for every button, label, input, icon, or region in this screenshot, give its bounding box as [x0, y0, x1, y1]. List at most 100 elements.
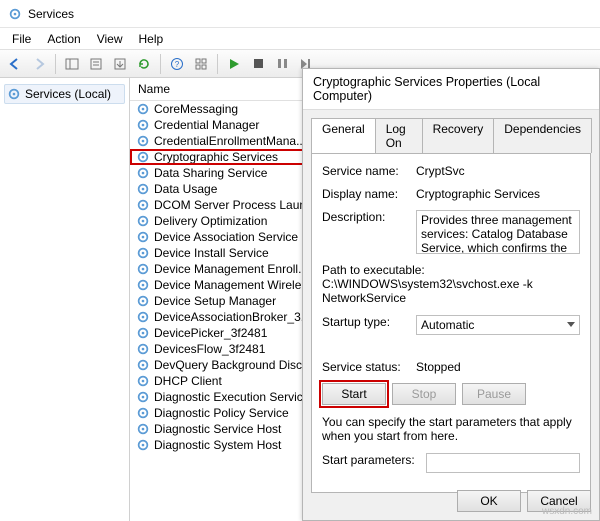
properties-icon[interactable] [85, 53, 107, 75]
menubar: File Action View Help [0, 28, 600, 50]
input-start-parameters[interactable] [426, 453, 580, 473]
gear-icon [136, 406, 150, 420]
dialog-tabs: General Log On Recovery Dependencies [311, 118, 591, 153]
gear-icon [136, 374, 150, 388]
gear-icon [136, 342, 150, 356]
service-control-buttons: Start Stop Pause [322, 383, 580, 405]
toolbar-separator [55, 54, 56, 74]
gear-icon [136, 310, 150, 324]
gear-icon [136, 422, 150, 436]
window-titlebar: Services [0, 0, 600, 28]
start-button[interactable]: Start [322, 383, 386, 405]
list-item-label: Delivery Optimization [154, 214, 267, 228]
dialog-title: Cryptographic Services Properties (Local… [303, 69, 599, 110]
list-item-label: DevicesFlow_3f2481 [154, 342, 265, 356]
window-title: Services [28, 7, 74, 21]
list-item-label: Credential Manager [154, 118, 259, 132]
stop-button: Stop [392, 383, 456, 405]
grid-icon[interactable] [190, 53, 212, 75]
list-item-label: Device Management Wirele... [154, 278, 311, 292]
gear-icon [136, 390, 150, 404]
list-item-label: Device Management Enroll... [154, 262, 308, 276]
menu-view[interactable]: View [89, 30, 131, 48]
label-display-name: Display name: [322, 187, 416, 201]
tree-node-services-local[interactable]: Services (Local) [4, 84, 125, 104]
list-item-label: CredentialEnrollmentMana... [154, 134, 306, 148]
pause-button: Pause [462, 383, 526, 405]
properties-dialog: Cryptographic Services Properties (Local… [302, 68, 600, 521]
gear-icon [136, 134, 150, 148]
gear-icon [136, 102, 150, 116]
list-item-label: DevQuery Background Disc... [154, 358, 312, 372]
list-item-label: Data Usage [154, 182, 217, 196]
show-hide-tree-icon[interactable] [61, 53, 83, 75]
toolbar-separator [160, 54, 161, 74]
value-display-name: Cryptographic Services [416, 187, 580, 201]
start-service-icon[interactable] [223, 53, 245, 75]
label-start-parameters: Start parameters: [322, 453, 426, 467]
value-path: C:\WINDOWS\system32\svchost.exe -k Netwo… [322, 277, 580, 305]
gear-icon [7, 87, 21, 101]
tab-general[interactable]: General [311, 118, 376, 153]
gear-icon [136, 262, 150, 276]
gear-icon [136, 198, 150, 212]
value-description[interactable]: Provides three management services: Cata… [416, 210, 580, 254]
label-path: Path to executable: [322, 263, 580, 277]
list-item-label: Diagnostic System Host [154, 438, 281, 452]
services-app-icon [8, 7, 22, 21]
list-item-label: DeviceAssociationBroker_3... [154, 310, 311, 324]
refresh-icon[interactable] [133, 53, 155, 75]
combo-startup-type[interactable]: Automatic [416, 315, 580, 335]
svg-text:?: ? [175, 60, 180, 69]
tab-general-body: Service name: CryptSvc Display name: Cry… [311, 153, 591, 493]
list-item-label: CoreMessaging [154, 102, 238, 116]
menu-help[interactable]: Help [131, 30, 172, 48]
tab-recovery[interactable]: Recovery [422, 118, 495, 153]
value-service-name: CryptSvc [416, 164, 580, 178]
label-service-status: Service status: [322, 360, 416, 374]
list-item-label: Data Sharing Service [154, 166, 267, 180]
tree-node-label: Services (Local) [25, 87, 111, 101]
gear-icon [136, 182, 150, 196]
label-service-name: Service name: [322, 164, 416, 178]
list-item-label: Device Install Service [154, 246, 269, 260]
tab-dependencies[interactable]: Dependencies [493, 118, 592, 153]
gear-icon [136, 118, 150, 132]
ok-button[interactable]: OK [457, 490, 521, 512]
export-icon[interactable] [109, 53, 131, 75]
menu-file[interactable]: File [4, 30, 39, 48]
gear-icon [136, 294, 150, 308]
list-item-label: Diagnostic Service Host [154, 422, 281, 436]
pause-service-icon[interactable] [271, 53, 293, 75]
gear-icon [136, 326, 150, 340]
watermark: wsxdn.com [542, 506, 592, 517]
forward-icon[interactable] [28, 53, 50, 75]
gear-icon [136, 230, 150, 244]
menu-action[interactable]: Action [39, 30, 88, 48]
help-icon[interactable]: ? [166, 53, 188, 75]
list-item-label: Diagnostic Policy Service [154, 406, 289, 420]
gear-icon [136, 246, 150, 260]
list-item-label: DCOM Server Process Laun... [154, 198, 316, 212]
tree-pane: Services (Local) [0, 78, 130, 521]
label-description: Description: [322, 210, 416, 224]
gear-icon [136, 278, 150, 292]
list-item-label: Device Association Service [154, 230, 298, 244]
gear-icon [136, 150, 150, 164]
gear-icon [136, 166, 150, 180]
gear-icon [136, 438, 150, 452]
gear-icon [136, 358, 150, 372]
value-service-status: Stopped [416, 360, 580, 374]
toolbar-separator [217, 54, 218, 74]
gear-icon [136, 214, 150, 228]
list-item-label: Device Setup Manager [154, 294, 276, 308]
list-item-label: Diagnostic Execution Service [154, 390, 309, 404]
note-text: You can specify the start parameters tha… [322, 415, 580, 443]
label-startup-type: Startup type: [322, 315, 416, 329]
list-item-label: Cryptographic Services [154, 150, 278, 164]
list-item-label: DevicePicker_3f2481 [154, 326, 267, 340]
back-icon[interactable] [4, 53, 26, 75]
stop-service-icon[interactable] [247, 53, 269, 75]
tab-log-on[interactable]: Log On [375, 118, 423, 153]
list-item-label: DHCP Client [154, 374, 222, 388]
